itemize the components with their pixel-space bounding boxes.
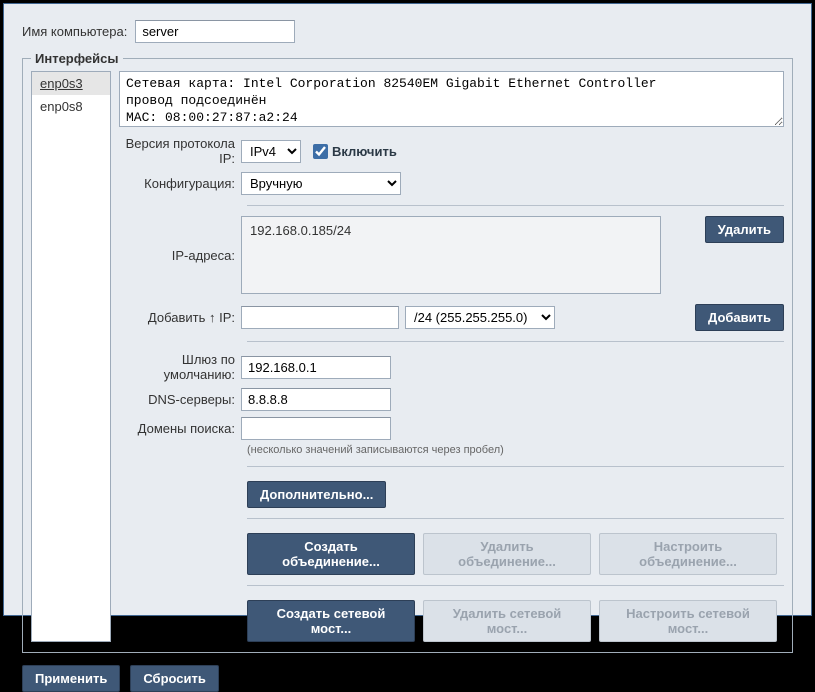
configure-bond-button: Настроить объединение... [599, 533, 777, 575]
interface-info[interactable] [119, 71, 784, 127]
dns-label: DNS-серверы: [119, 392, 241, 407]
interface-item-enp0s3[interactable]: enp0s3 [32, 72, 110, 95]
create-bridge-button[interactable]: Создать сетевой мост... [247, 600, 415, 642]
ip-addresses-list[interactable]: 192.168.0.185/24 [241, 216, 661, 294]
interfaces-legend: Интерфейсы [31, 51, 123, 66]
network-config-window: Имя компьютера: Интерфейсы enp0s3 enp0s8… [3, 3, 812, 616]
interface-list[interactable]: enp0s3 enp0s8 [31, 71, 111, 642]
interfaces-fieldset: Интерфейсы enp0s3 enp0s8 Версия протокол… [22, 51, 793, 653]
search-domains-input[interactable] [241, 417, 391, 440]
create-bond-button[interactable]: Создать объединение... [247, 533, 415, 575]
reset-button[interactable]: Сбросить [130, 665, 219, 692]
dns-input[interactable] [241, 388, 391, 411]
ip-addresses-label: IP-адреса: [119, 248, 241, 263]
hostname-label: Имя компьютера: [22, 24, 135, 39]
apply-button[interactable]: Применить [22, 665, 120, 692]
ip-address-item[interactable]: 192.168.0.185/24 [250, 223, 351, 238]
configure-bridge-button: Настроить сетевой мост... [599, 600, 777, 642]
multi-value-hint: (несколько значений записываются через п… [247, 444, 784, 456]
delete-bond-button: Удалить объединение... [423, 533, 591, 575]
delete-ip-button[interactable]: Удалить [705, 216, 784, 243]
delete-bridge-button: Удалить сетевой мост... [423, 600, 591, 642]
add-ip-input[interactable] [241, 306, 399, 329]
enable-label: Включить [332, 144, 397, 159]
ip-version-select[interactable]: IPv4 [241, 140, 301, 163]
add-ip-label: Добавить ↑ IP: [119, 310, 241, 325]
enable-checkbox[interactable] [313, 144, 328, 159]
add-ip-button[interactable]: Добавить [695, 304, 784, 331]
advanced-button[interactable]: Дополнительно... [247, 481, 386, 508]
interface-item-enp0s8[interactable]: enp0s8 [32, 95, 110, 118]
gateway-input[interactable] [241, 356, 391, 379]
config-select[interactable]: Вручную [241, 172, 401, 195]
hostname-input[interactable] [135, 20, 295, 43]
search-domains-label: Домены поиска: [119, 421, 241, 436]
netmask-select[interactable]: /24 (255.255.255.0) [405, 306, 555, 329]
ip-version-label: Версия протокола IP: [119, 136, 241, 166]
config-label: Конфигурация: [119, 176, 241, 191]
gateway-label: Шлюз по умолчанию: [119, 352, 241, 382]
